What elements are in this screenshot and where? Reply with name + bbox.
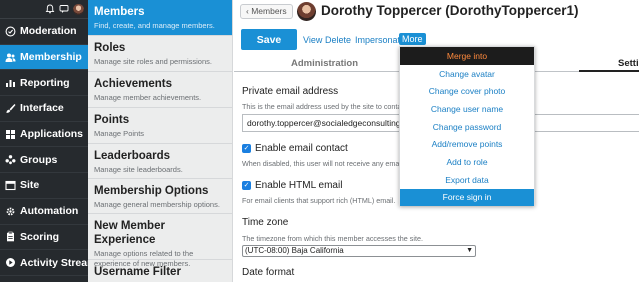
page-title: Dorothy Toppercer (DorothyToppercer1)	[321, 3, 579, 18]
enable-email-checkbox[interactable]: ✓	[242, 144, 251, 153]
back-to-members-button[interactable]: ‹ Members	[240, 4, 293, 19]
enable-html-label: Enable HTML email	[255, 180, 343, 191]
section-desc: Manage site roles and permissions.	[94, 57, 212, 66]
menu-item-add-to-role[interactable]: Add to role	[400, 153, 534, 171]
menu-item-change-avatar[interactable]: Change avatar	[400, 65, 534, 83]
date-format-label: Date format	[242, 267, 295, 278]
member-avatar	[297, 2, 316, 21]
section-desc: Manage member achievements.	[94, 93, 202, 102]
nav-item-reporting[interactable]: Reporting	[0, 70, 88, 97]
gear-icon	[6, 207, 15, 216]
menu-item-export-data[interactable]: Export data	[400, 171, 534, 189]
grid-icon	[6, 129, 15, 139]
chat-icon[interactable]	[59, 4, 69, 14]
enable-html-hint: For email clients that support rich (HTM…	[242, 196, 396, 205]
nav-item-label: Activity Stream	[20, 256, 88, 269]
section-desc: Manage Points	[94, 129, 145, 138]
browser-icon	[5, 180, 16, 191]
section-membership-options[interactable]: Membership Options Manage general member…	[88, 179, 232, 214]
nav-item-applications[interactable]: Applications	[0, 122, 88, 148]
section-title: Username Filter	[94, 266, 181, 278]
email-label: Private email address	[242, 86, 339, 97]
tab-settings[interactable]: Setti	[618, 58, 639, 69]
bar-chart-icon	[6, 80, 15, 88]
nav-item-site[interactable]: Site	[0, 173, 88, 199]
clipboard-icon	[7, 232, 14, 242]
menu-item-merge-into[interactable]: Merge into	[400, 47, 534, 65]
stream-icon	[6, 258, 15, 268]
nav-item-label: Applications	[20, 128, 84, 141]
nav-item-label: Automation	[20, 205, 79, 218]
timezone-select[interactable]: (UTC-08:00) Baja California ▼	[242, 245, 476, 257]
groups-icon	[5, 155, 16, 165]
nav-item-automation[interactable]: Automation	[0, 199, 88, 225]
delete-link[interactable]: Delete	[325, 35, 351, 45]
nav-item-label: Scoring	[20, 230, 60, 243]
section-desc: Manage site leaderboards.	[94, 165, 183, 174]
shield-check-icon	[5, 26, 16, 37]
chevron-down-icon: ▼	[466, 247, 473, 254]
nav-item-moderation[interactable]: Moderation	[0, 19, 88, 45]
brush-icon	[6, 103, 16, 113]
main-nav: Moderation Membership Reporting Interfac…	[0, 0, 88, 282]
save-button[interactable]: Save	[241, 29, 297, 50]
section-achievements[interactable]: Achievements Manage member achievements.	[88, 72, 232, 108]
section-desc: Manage general membership options.	[94, 200, 220, 209]
section-desc: Find, create, and manage members.	[94, 21, 215, 30]
user-avatar[interactable]	[73, 3, 84, 15]
nav-item-label: Moderation	[20, 25, 77, 38]
section-panel: Members Find, create, and manage members…	[88, 0, 233, 282]
users-icon	[5, 53, 16, 62]
view-link[interactable]: View	[303, 35, 322, 45]
section-leaderboards[interactable]: Leaderboards Manage site leaderboards.	[88, 144, 232, 179]
section-title: Leaderboards	[94, 150, 171, 162]
enable-email-label: Enable email contact	[255, 143, 348, 154]
back-label: Members	[251, 6, 287, 16]
nav-item-label: Groups	[20, 153, 58, 166]
nav-item-scoring[interactable]: Scoring	[0, 225, 88, 251]
section-title: Points	[94, 114, 130, 126]
section-title: Members	[94, 6, 145, 18]
nav-item-label: Membership	[20, 51, 82, 64]
nav-item-label: Interface	[20, 102, 64, 115]
nav-item-interface[interactable]: Interface	[0, 96, 88, 122]
timezone-value: (UTC-08:00) Baja California	[245, 246, 344, 255]
timezone-hint: The timezone from which this member acce…	[242, 234, 423, 243]
menu-item-change-user-name[interactable]: Change user name	[400, 100, 534, 118]
nav-top-bar	[0, 0, 88, 19]
enable-html-checkbox[interactable]: ✓	[242, 181, 251, 190]
more-button[interactable]: More	[399, 33, 426, 45]
chevron-left-icon: ‹	[246, 6, 249, 16]
more-menu: Merge into Change avatar Change cover ph…	[399, 46, 535, 207]
impersonate-link[interactable]: Impersonate	[355, 35, 405, 45]
bell-icon[interactable]	[45, 4, 55, 14]
section-title: Membership Options	[94, 185, 209, 197]
section-title: Achievements	[94, 78, 172, 90]
menu-item-change-password[interactable]: Change password	[400, 118, 534, 136]
section-members[interactable]: Members Find, create, and manage members…	[88, 0, 232, 36]
section-title: New Member Experience	[94, 220, 165, 246]
nav-item-groups[interactable]: Groups	[0, 147, 88, 174]
nav-item-label: Site	[20, 179, 40, 192]
section-new-member-experience[interactable]: New Member Experience Manage options rel…	[88, 214, 232, 268]
nav-item-label: Reporting	[20, 76, 70, 89]
section-roles[interactable]: Roles Manage site roles and permissions.	[88, 36, 232, 72]
section-points[interactable]: Points Manage Points	[88, 108, 232, 144]
section-title: Roles	[94, 42, 126, 54]
nav-item-membership[interactable]: Membership	[0, 44, 88, 71]
menu-item-force-sign-in[interactable]: Force sign in	[400, 188, 534, 207]
timezone-label: Time zone	[242, 217, 289, 228]
active-tab-indicator	[579, 70, 639, 72]
tab-administration[interactable]: Administration	[291, 58, 358, 69]
menu-item-change-cover-photo[interactable]: Change cover photo	[400, 82, 534, 100]
nav-item-activity-stream[interactable]: Activity Stream	[0, 250, 88, 276]
menu-item-add-remove-points[interactable]: Add/remove points	[400, 135, 534, 153]
